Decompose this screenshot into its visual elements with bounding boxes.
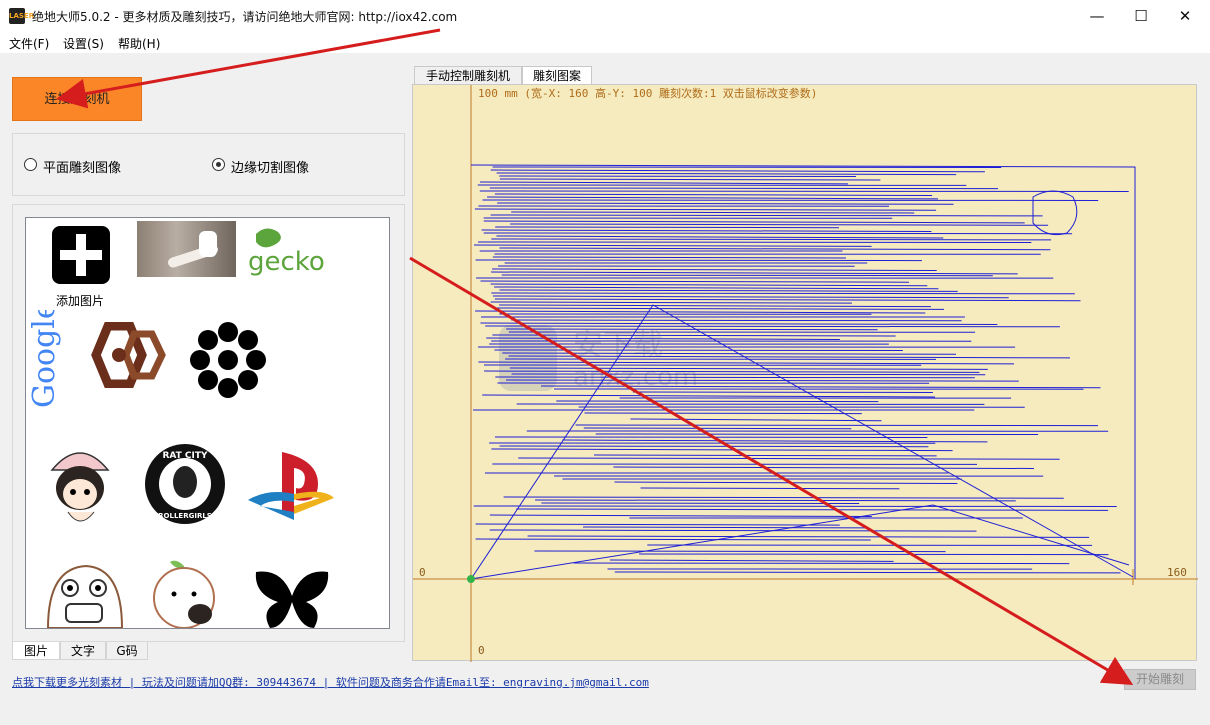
engrave-outline-3 — [1032, 190, 1078, 236]
menu-help[interactable]: 帮助(H) — [118, 35, 160, 52]
minimize-button[interactable]: — — [1074, 0, 1120, 32]
tab-pictures[interactable]: 图片 — [12, 642, 60, 660]
menu-bar — [0, 32, 1210, 53]
gecko-logo-thumbnail[interactable]: gecko — [244, 222, 344, 278]
maximize-button[interactable]: ☐ — [1118, 0, 1164, 32]
menu-settings[interactable]: 设置(S) — [63, 35, 104, 52]
hexagon-logo-thumbnail[interactable] — [78, 321, 168, 389]
cartoon-girl-thumbnail[interactable] — [42, 436, 120, 528]
tab-text[interactable]: 文字 — [60, 642, 106, 660]
canvas-info-label[interactable]: 100 mm (宽-X: 160 高-Y: 100 雕刻次数:1 双击鼠标改变参… — [478, 85, 817, 101]
y-axis-start-label: 0 — [478, 644, 485, 657]
engrave-path — [470, 164, 1136, 580]
monster-cartoon-thumbnail[interactable] — [42, 558, 124, 628]
flat-engrave-label[interactable]: 平面雕刻图像 — [43, 157, 121, 176]
engrave-outline-1 — [470, 304, 1134, 580]
close-button[interactable]: ✕ — [1162, 0, 1208, 32]
edge-cut-label[interactable]: 边缘切割图像 — [231, 157, 309, 176]
google-logo-thumbnail[interactable]: Google — [27, 301, 62, 410]
tab-engrave-pattern[interactable]: 雕刻图案 — [522, 66, 592, 85]
edge-cut-radio[interactable] — [212, 158, 225, 171]
origin-point — [467, 575, 475, 583]
engrave-scan-lines — [473, 166, 1129, 574]
image-gallery: 添加图片 gecko Google RAT CITY ROLLERGIRLS — [25, 217, 390, 629]
window-title: 绝地大师5.0.2 - 更多材质及雕刻技巧，请访问绝地大师官网: http://… — [32, 10, 458, 24]
playstation-logo-thumbnail[interactable] — [246, 448, 336, 520]
butterfly-icon-thumbnail[interactable] — [252, 568, 332, 628]
connect-engraver-button[interactable]: 连接雕刻机 — [12, 77, 142, 121]
start-engrave-button[interactable]: 开始雕刻 — [1124, 669, 1196, 690]
menu-file[interactable]: 文件(F) — [9, 35, 49, 52]
svg-text:Google: Google — [28, 310, 62, 408]
engrave-path-plot: anxz.com 安下载 — [413, 85, 1198, 662]
rat-city-logo-thumbnail[interactable]: RAT CITY ROLLERGIRLS — [140, 442, 230, 526]
svg-text:ROLLERGIRLS: ROLLERGIRLS — [158, 512, 212, 520]
app-icon: LASER — [9, 8, 34, 24]
tab-manual-control[interactable]: 手动控制雕刻机 — [414, 66, 522, 85]
add-picture-caption: 添加图片 — [56, 294, 105, 308]
peach-cartoon-thumbnail[interactable] — [144, 556, 226, 628]
add-picture-tile[interactable] — [52, 226, 110, 284]
x-axis-end-label: 160 — [1167, 566, 1187, 579]
svg-text:RAT CITY: RAT CITY — [162, 451, 208, 461]
engrave-canvas[interactable]: anxz.com 安下载 — [412, 84, 1198, 662]
flower-icon-thumbnail[interactable] — [186, 320, 270, 400]
svg-text:gecko: gecko — [248, 247, 325, 277]
footer-links[interactable]: 点我下载更多光刻素材 | 玩法及问题请加QQ群: 309443674 | 软件问… — [12, 674, 649, 690]
x-axis-start-label: 0 — [419, 566, 426, 579]
tab-gcode[interactable]: G码 — [106, 642, 148, 660]
girl-photo-thumbnail[interactable] — [137, 221, 236, 277]
flat-engrave-radio[interactable] — [24, 158, 37, 171]
